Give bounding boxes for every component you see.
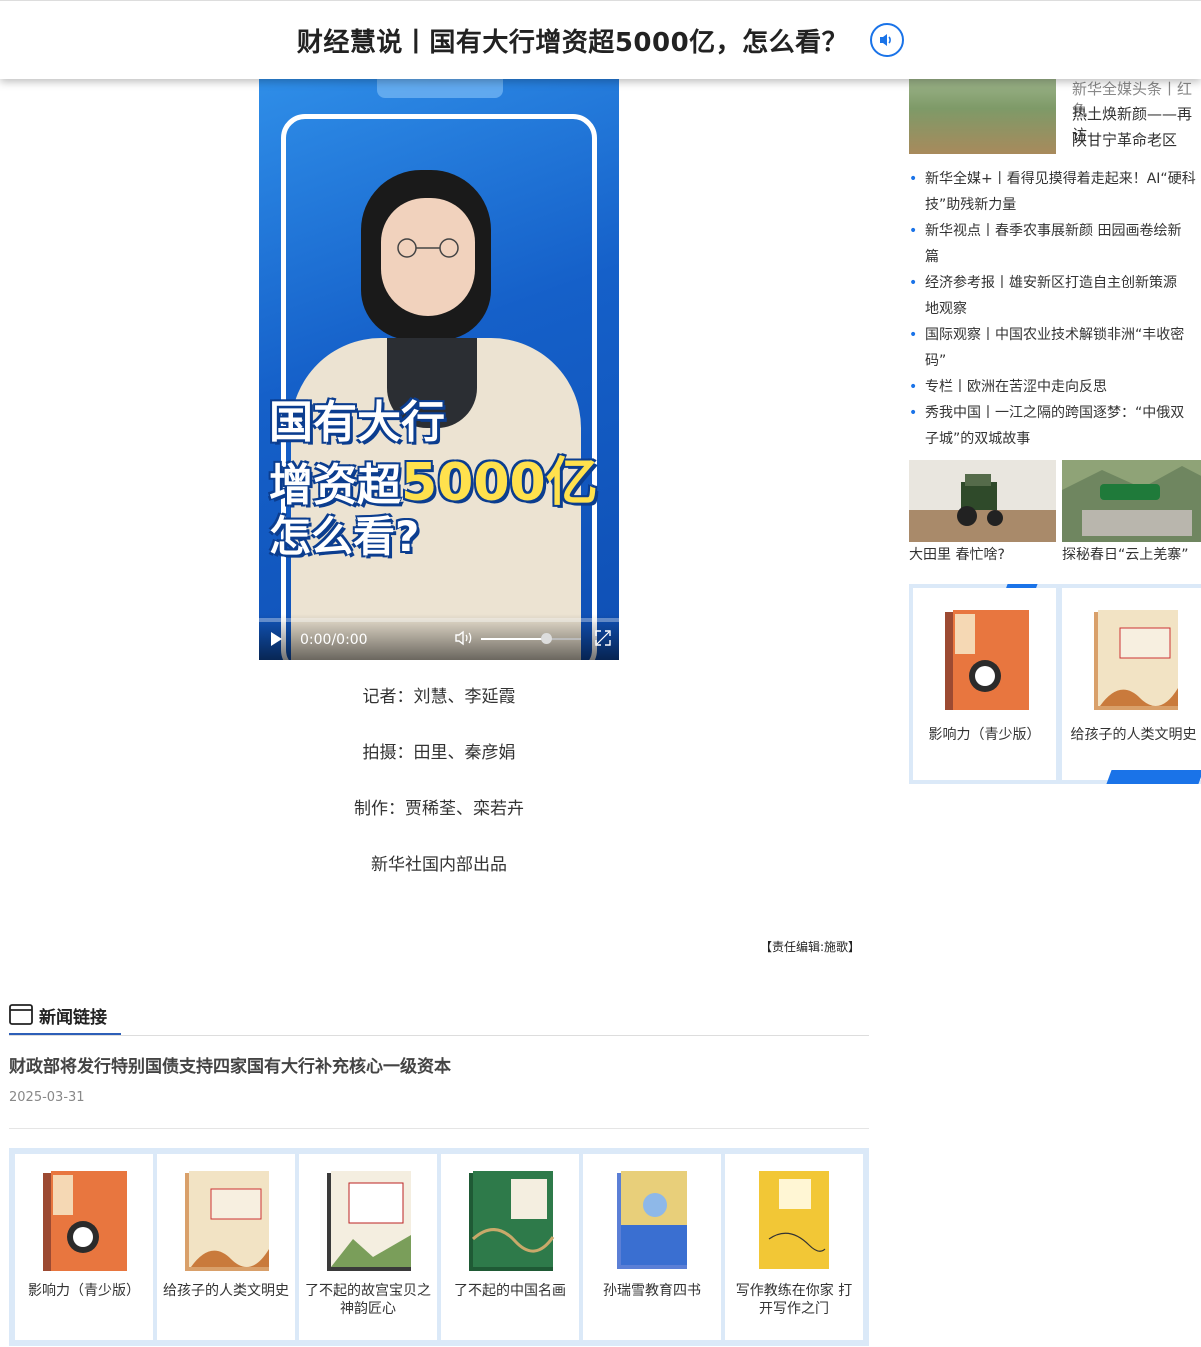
list-item-line2: 子城”的双城故事 (925, 431, 1031, 447)
book-title: 给孩子的人类文明史 (1070, 727, 1197, 743)
book-cover (945, 610, 1029, 710)
book-title: 了不起的中国名画 (454, 1283, 566, 1299)
book-cover (617, 1171, 687, 1269)
divider (9, 1128, 869, 1129)
volume-slider[interactable] (481, 633, 581, 644)
volume-icon[interactable] (455, 630, 475, 646)
credit-reporter: 记者：刘慧、李延霞 (362, 687, 516, 707)
news-links-header: 新闻链接 (9, 1000, 869, 1036)
book-card[interactable]: 影响力（青少版） (913, 588, 1056, 780)
book-recommendations-bottom: 影响力（青少版） 给孩子的人类文明史 了不起的故宫宝贝之神韵匠心 了不起的中国名… (9, 1148, 869, 1346)
feature-image[interactable] (909, 78, 1056, 154)
book-title: 了不起的故宫宝贝之神韵匠心 (305, 1283, 431, 1317)
tractor-field-image[interactable] (909, 460, 1056, 542)
video-caption-line2-b: 5000亿 (401, 453, 598, 513)
list-item[interactable]: 经济参考报丨雄安新区打造自主创新策源地观察 (909, 270, 1201, 322)
list-item[interactable]: 国际观察丨中国农业技术解锁非洲“丰收密码” (909, 322, 1201, 374)
video-player[interactable]: 国有大行 增资超5000亿 怎么看? 0:00/0:00 (259, 78, 619, 660)
book-cover (185, 1171, 269, 1271)
mountain-village-image[interactable] (1062, 460, 1201, 542)
list-item-line2: 码” (925, 353, 947, 369)
credit-publisher: 新华社国内部出品 (371, 855, 507, 875)
news-window-icon (9, 1004, 33, 1025)
presenter-glasses (397, 238, 459, 258)
video-controls: 0:00/0:00 (259, 614, 619, 660)
list-item-line2: 篇 (925, 249, 939, 265)
credit-producer: 制作：贾稀荃、栾若卉 (354, 799, 524, 819)
book-card[interactable]: 写作教练在你家 打开写作之门 (725, 1154, 863, 1340)
list-item-line2: 技”助残新力量 (925, 197, 1017, 213)
article-title-bar: 财经慧说丨国有大行增资超5000亿，怎么看？ (0, 0, 1201, 79)
volume-slider-fill (481, 638, 546, 640)
list-item-line1: 秀我中国丨一江之隔的跨国逐梦：“中俄双 (925, 405, 1185, 421)
book-title: 影响力（青少版） (28, 1283, 140, 1299)
news-links-tab[interactable]: 新闻链接 (9, 1000, 121, 1035)
video-logo (377, 78, 503, 98)
related-news-list: 新华全媒+丨看得见摸得着走起来！AI“硬科技”助残新力量 新华视点丨春季农事展新… (909, 166, 1201, 452)
book-card[interactable]: 影响力（青少版） (15, 1154, 153, 1340)
decorative-stripe (1106, 770, 1201, 784)
book-title: 影响力（青少版） (928, 727, 1041, 743)
list-item[interactable]: 新华全媒+丨看得见摸得着走起来！AI“硬科技”助残新力量 (909, 166, 1201, 218)
video-time: 0:00/0:00 (300, 632, 368, 648)
list-item-line1: 国际观察丨中国农业技术解锁非洲“丰收密 (925, 327, 1185, 343)
list-item-line1: 新华视点丨春季农事展新颜 田园画卷绘新 (925, 223, 1182, 239)
list-item-line1: 新华全媒+丨看得见摸得着走起来！AI“硬科 (925, 171, 1196, 187)
book-card[interactable]: 给孩子的人类文明史 (1062, 588, 1201, 780)
list-item[interactable]: 秀我中国丨一江之隔的跨国逐梦：“中俄双子城”的双城故事 (909, 400, 1201, 452)
book-recommendations-side: 影响力（青少版） 给孩子的人类文明史 (909, 584, 1201, 784)
book-card[interactable]: 了不起的故宫宝贝之神韵匠心 (299, 1154, 437, 1340)
list-item[interactable]: 新华视点丨春季农事展新颜 田园画卷绘新篇 (909, 218, 1201, 270)
feature-title-line3[interactable]: 陕甘宁革命老区 (1072, 129, 1177, 150)
list-item[interactable]: 专栏丨欧洲在苦涩中走向反思 (909, 374, 1201, 400)
volume-slider-knob[interactable] (541, 633, 552, 644)
page-title: 财经慧说丨国有大行增资超5000亿，怎么看？ (296, 27, 849, 58)
book-cover (1094, 610, 1178, 710)
video-progress-bar[interactable] (259, 618, 619, 622)
book-title: 给孩子的人类文明史 (163, 1283, 289, 1299)
book-cover (759, 1171, 829, 1269)
book-card[interactable]: 孙瑞雪教育四书 (583, 1154, 721, 1340)
book-cover (43, 1171, 127, 1271)
news-link-date: 2025-03-31 (9, 1090, 85, 1105)
book-card[interactable]: 了不起的中国名画 (441, 1154, 579, 1340)
responsible-editor: 【责任编辑:施歌】 (760, 940, 861, 954)
speaker-icon (880, 34, 892, 46)
book-title: 写作教练在你家 打开写作之门 (735, 1283, 853, 1317)
credit-camera: 拍摄：田里、秦彦娟 (362, 743, 516, 763)
book-cover (469, 1171, 555, 1271)
play-icon[interactable] (271, 632, 282, 646)
list-item-line2: 地观察 (925, 301, 967, 317)
pic-caption[interactable]: 探秘春日“云上羌寨” (1062, 544, 1189, 564)
book-card[interactable]: 给孩子的人类文明史 (157, 1154, 295, 1340)
audio-play-button[interactable] (870, 23, 905, 57)
list-item-line1: 经济参考报丨雄安新区打造自主创新策源 (925, 275, 1177, 291)
news-links-heading: 新闻链接 (39, 1008, 107, 1028)
pic-caption[interactable]: 大田里 春忙啥? (909, 544, 1005, 564)
news-link-title[interactable]: 财政部将发行特别国债支持四家国有大行补充核心一级资本 (9, 1052, 451, 1077)
book-title: 孙瑞雪教育四书 (603, 1283, 701, 1299)
book-cover (327, 1171, 411, 1271)
list-item-line1: 专栏丨欧洲在苦涩中走向反思 (925, 379, 1107, 395)
fullscreen-icon[interactable] (595, 630, 611, 646)
video-caption-line3: 怎么看? (269, 512, 420, 561)
